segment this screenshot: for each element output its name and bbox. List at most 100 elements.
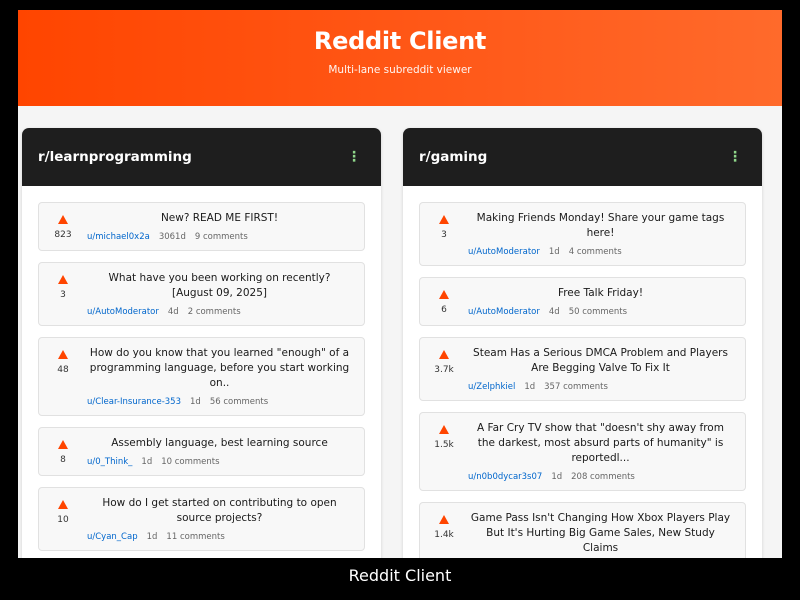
post-comments[interactable]: 56 comments [210,397,268,407]
app-header: Reddit Client Multi-lane subreddit viewe… [18,10,782,106]
post-age: 1d [524,382,536,392]
post-meta: u/michael0x2a 3061d 9 comments [87,232,352,242]
vote-column: 48 [39,346,87,407]
post-score: 10 [57,515,69,525]
post-author[interactable]: u/Clear-Insurance-353 [87,397,181,407]
post-score: 8 [60,455,66,465]
upvote-arrow-icon[interactable] [439,215,449,224]
upvote-arrow-icon[interactable] [58,440,68,449]
post-title[interactable]: New? READ ME FIRST! [87,211,352,226]
post-meta: u/AutoModerator 4d 50 comments [468,307,733,317]
app-title: Reddit Client [313,27,487,55]
post-age: 4d [167,307,179,317]
app-window: Reddit Client Multi-lane subreddit viewe… [18,10,782,558]
upvote-arrow-icon[interactable] [58,350,68,359]
post-age: 3061d [158,232,186,242]
post-comments[interactable]: 208 comments [571,472,635,482]
post-title[interactable]: How do you know that you learned "enough… [87,346,352,391]
post-card[interactable]: 1.5k A Far Cry TV show that "doesn't shy… [419,412,746,491]
post-author[interactable]: u/Cyan_Cap [87,532,138,542]
post-age: 1d [190,397,201,407]
post-title[interactable]: What have you been working on recently? … [87,271,352,301]
post-author[interactable]: u/michael0x2a [87,232,150,242]
post-age: 1d [551,472,563,482]
post-card[interactable]: 3.7k Steam Has a Serious DMCA Problem an… [419,337,746,401]
post-body: How do I get started on contributing to … [87,496,356,542]
post-comments[interactable]: 50 comments [569,307,627,317]
vote-column: 823 [39,211,87,242]
post-title[interactable]: How do I get started on contributing to … [87,496,352,526]
upvote-arrow-icon[interactable] [439,290,449,299]
vote-column: 3 [39,271,87,317]
post-comments[interactable]: 11 comments [166,532,224,542]
post-card[interactable]: 8 Assembly language, best learning sourc… [38,427,365,476]
post-score: 3 [60,290,66,300]
post-title[interactable]: Making Friends Monday! Share your game t… [468,211,733,241]
post-meta: u/Zelphkiel 1d 357 comments [468,382,733,392]
post-author[interactable]: u/AutoModerator [468,247,540,257]
post-meta: u/0_Think_ 1d 10 comments [87,457,352,467]
post-title[interactable]: A Far Cry TV show that "doesn't shy away… [468,421,733,466]
post-score: 1.5k [434,440,454,450]
lane-learnprogramming: r/learnprogramming ⋮ 823 New? READ ME FI… [22,128,381,558]
post-age: 1d [548,247,560,257]
post-author[interactable]: u/Zelphkiel [468,382,515,392]
post-author[interactable]: u/n0b0dycar3s07 [468,472,542,482]
post-list: 823 New? READ ME FIRST! u/michael0x2a 30… [22,186,381,551]
post-card[interactable]: 1.4k Game Pass Isn't Changing How Xbox P… [419,502,746,558]
post-age: 1d [141,457,153,467]
post-comments[interactable]: 10 comments [161,457,219,467]
post-title[interactable]: Steam Has a Serious DMCA Problem and Pla… [468,346,733,376]
post-body: How do you know that you learned "enough… [87,346,356,407]
post-card[interactable]: 48 How do you know that you learned "eno… [38,337,365,416]
post-meta: u/AutoModerator 4d 2 comments [87,307,352,317]
post-age: 1d [146,532,158,542]
vertical-dots-icon[interactable]: ⋮ [728,150,742,164]
lane-title: r/learnprogramming [38,149,192,165]
post-title[interactable]: Game Pass Isn't Changing How Xbox Player… [468,511,733,556]
post-author[interactable]: u/0_Think_ [87,457,132,467]
post-meta: u/AutoModerator 1d 4 comments [468,247,733,257]
upvote-arrow-icon[interactable] [439,350,449,359]
post-author[interactable]: u/AutoModerator [87,307,159,317]
post-title[interactable]: Free Talk Friday! [468,286,733,301]
vote-column: 3 [420,211,468,257]
post-body: Making Friends Monday! Share your game t… [468,211,737,257]
post-comments[interactable]: 4 comments [569,247,622,257]
lane-header: r/gaming ⋮ [403,128,762,186]
post-meta: u/Cyan_Cap 1d 11 comments [87,532,352,542]
upvote-arrow-icon[interactable] [58,500,68,509]
post-card[interactable]: 3 Making Friends Monday! Share your game… [419,202,746,266]
post-score: 3.7k [434,365,454,375]
post-score: 48 [57,365,69,375]
post-list: 3 Making Friends Monday! Share your game… [403,186,762,558]
post-comments[interactable]: 9 comments [195,232,248,242]
post-meta: u/n0b0dycar3s07 1d 208 comments [468,472,733,482]
post-score: 3 [441,230,447,240]
vote-column: 6 [420,286,468,317]
window-caption: Reddit Client [348,566,452,585]
vote-column: 3.7k [420,346,468,392]
post-comments[interactable]: 357 comments [544,382,608,392]
post-body: A Far Cry TV show that "doesn't shy away… [468,421,737,482]
post-title[interactable]: Assembly language, best learning source [87,436,352,451]
upvote-arrow-icon[interactable] [439,515,449,524]
post-card[interactable]: 823 New? READ ME FIRST! u/michael0x2a 30… [38,202,365,251]
vote-column: 10 [39,496,87,542]
post-card[interactable]: 6 Free Talk Friday! u/AutoModerator 4d 5… [419,277,746,326]
post-score: 823 [54,230,72,240]
upvote-arrow-icon[interactable] [58,275,68,284]
post-author[interactable]: u/AutoModerator [468,307,540,317]
post-body: Assembly language, best learning source … [87,436,356,467]
upvote-arrow-icon[interactable] [58,215,68,224]
post-card[interactable]: 3 What have you been working on recently… [38,262,365,326]
post-body: Steam Has a Serious DMCA Problem and Pla… [468,346,737,392]
post-comments[interactable]: 2 comments [188,307,241,317]
app-subtitle: Multi-lane subreddit viewer [328,64,472,76]
post-body: New? READ ME FIRST! u/michael0x2a 3061d … [87,211,356,242]
vertical-dots-icon[interactable]: ⋮ [347,150,361,164]
post-meta: u/Clear-Insurance-353 1d 56 comments [87,397,352,407]
vote-column: 1.5k [420,421,468,482]
upvote-arrow-icon[interactable] [439,425,449,434]
post-card[interactable]: 10 How do I get started on contributing … [38,487,365,551]
